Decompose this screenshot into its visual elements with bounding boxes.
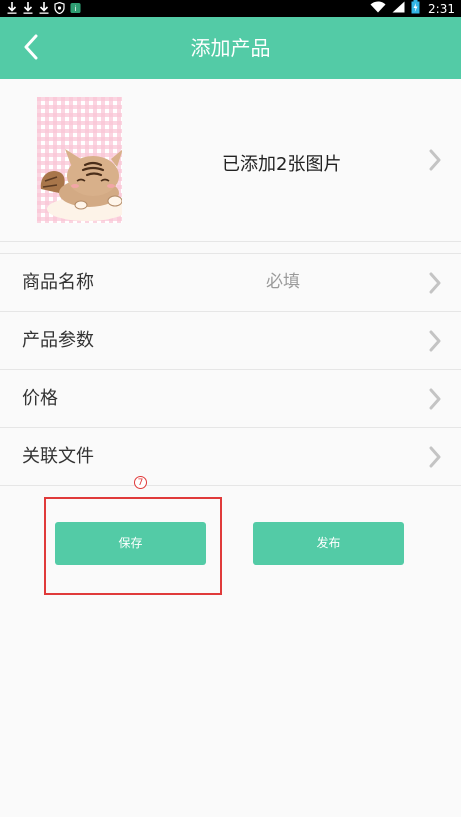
form-row-related-files[interactable]: 关联文件 [0,428,461,486]
download-icon [22,1,33,14]
form-row-label: 商品名称 [22,272,94,293]
svg-text:i: i [74,3,76,12]
form-row-label: 价格 [22,388,58,409]
status-time: 2:31 [428,1,455,16]
download-icon [38,1,49,14]
section-gap [0,242,461,253]
chevron-right-icon [428,272,442,294]
save-button[interactable]: 保存 [55,522,206,565]
status-bar-left: i [6,1,81,14]
product-form: 商品名称 必填 产品参数 价格 关联文件 [0,253,461,486]
page-title: 添加产品 [190,36,271,60]
form-row-product-params[interactable]: 产品参数 [0,312,461,370]
shield-icon [54,1,65,14]
form-row-product-name[interactable]: 商品名称 必填 [0,254,461,312]
chevron-right-icon [428,330,442,352]
screen: i 2:31 添加产品 已添加2张图片 商品名称 必填 产品参数 价格 关联文件… [0,0,461,817]
wifi-icon [370,1,386,16]
form-row-label: 产品参数 [22,330,94,351]
form-row-label: 关联文件 [22,446,94,467]
product-image-thumbnail[interactable] [37,97,127,223]
form-row-placeholder: 必填 [266,272,300,292]
signal-icon [392,1,405,16]
title-bar: 添加产品 [0,17,461,79]
form-row-price[interactable]: 价格 [0,370,461,428]
chevron-right-icon [428,149,442,171]
chevron-right-icon [428,446,442,468]
image-count-text: 已添加2张图片 [222,154,342,175]
image-picker-row[interactable]: 已添加2张图片 [0,79,461,242]
app-icon: i [70,1,81,14]
download-icon [6,1,17,14]
status-bar: i 2:31 [0,0,461,17]
status-bar-right: 2:31 [370,0,455,17]
step-marker: 7 [134,476,147,489]
chevron-right-icon [428,388,442,410]
publish-button[interactable]: 发布 [253,522,404,565]
battery-charging-icon [411,0,420,17]
